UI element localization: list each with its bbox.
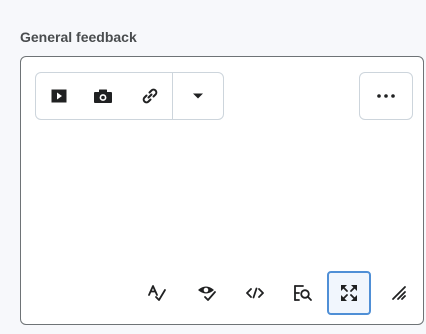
fullscreen-button[interactable]	[327, 271, 371, 315]
toolbar-separator	[172, 73, 173, 119]
insert-link-button[interactable]	[131, 73, 169, 119]
field-label: General feedback	[20, 29, 137, 45]
insert-media-button[interactable]	[40, 73, 78, 119]
more-actions-button[interactable]	[359, 72, 413, 120]
source-code-button[interactable]	[233, 271, 277, 315]
accessibility-check-button[interactable]	[185, 271, 229, 315]
resize-handle[interactable]	[377, 271, 421, 315]
preview-icon	[294, 285, 312, 301]
feedback-field: General feedback	[0, 0, 426, 334]
play-icon	[51, 89, 67, 103]
insert-image-button[interactable]	[84, 73, 122, 119]
link-icon	[142, 88, 158, 104]
caret-down-icon	[193, 93, 203, 99]
html-editor[interactable]	[20, 56, 424, 325]
insert-dropdown-button[interactable]	[179, 73, 217, 119]
insert-toolbar-group	[35, 72, 224, 120]
preview-button[interactable]	[281, 271, 325, 315]
accessibility-check-icon	[198, 286, 216, 301]
spellcheck-button[interactable]	[135, 271, 179, 315]
resize-icon	[392, 286, 406, 300]
fullscreen-icon	[341, 285, 357, 301]
spellcheck-icon	[148, 285, 166, 301]
code-icon	[246, 287, 264, 299]
camera-icon	[94, 89, 112, 103]
more-horizontal-icon	[377, 94, 395, 98]
